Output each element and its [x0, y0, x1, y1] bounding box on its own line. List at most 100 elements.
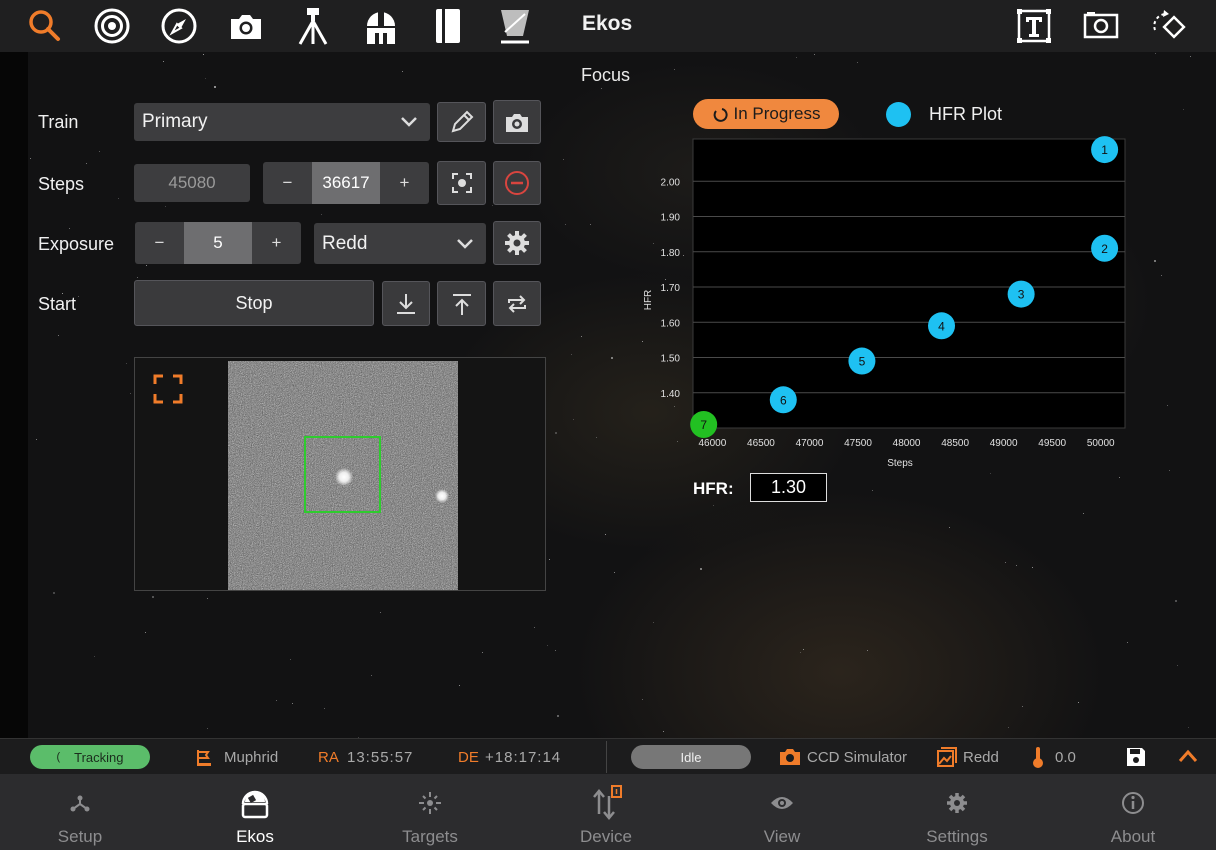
chevron-up-icon[interactable] [1177, 748, 1199, 764]
status-text: In Progress [733, 104, 821, 123]
exposure-increment-button[interactable]: + [252, 222, 301, 264]
move-in-button[interactable] [382, 281, 430, 326]
camera-icon[interactable] [224, 4, 268, 48]
nav-label: Targets [402, 827, 458, 846]
ra-label: RA [318, 749, 339, 766]
nav-settings[interactable]: Settings [882, 774, 1032, 850]
target-steps-input[interactable]: 36617 [312, 162, 380, 204]
tripod-icon[interactable] [291, 4, 335, 48]
x-tick-label: 47500 [844, 438, 872, 449]
tracking-pill[interactable]: ( Tracking [30, 745, 150, 769]
y-tick-label: 1.40 [661, 389, 681, 400]
steps-increment-button[interactable]: + [380, 162, 429, 204]
nav-targets[interactable]: Targets [355, 774, 505, 850]
nav-ekos[interactable]: Ekos [180, 774, 330, 850]
setup-icon [70, 795, 90, 812]
hfr-value: 1.30 [750, 473, 827, 502]
data-point-label: 3 [1018, 288, 1025, 302]
de-label: DE [458, 749, 479, 766]
y-tick-label: 1.90 [661, 213, 681, 224]
tracking-box[interactable] [304, 436, 381, 513]
current-steps-display: 45080 [134, 164, 250, 202]
bottom-navigation: Setup Ekos Targets Device View Settings … [0, 774, 1216, 850]
compass-icon[interactable] [157, 4, 201, 48]
thermometer-icon [1033, 747, 1043, 768]
loop-button[interactable] [493, 281, 541, 326]
data-point-label: 4 [938, 319, 945, 333]
x-tick-label: 49500 [1038, 438, 1066, 449]
exposure-decrement-button[interactable]: − [135, 222, 184, 264]
nav-about[interactable]: About [1058, 774, 1208, 850]
train-value: Primary [142, 111, 208, 132]
goto-steps-button[interactable] [437, 161, 486, 205]
data-point-label: 5 [859, 355, 866, 369]
focus-frame-icon [451, 173, 472, 193]
x-tick-label: 46500 [747, 438, 775, 449]
exposure-stepper[interactable]: − 5 + [135, 222, 301, 264]
data-point-label: 2 [1101, 242, 1108, 256]
tracking-status: Tracking [74, 749, 124, 765]
filter-select[interactable]: Redd [314, 223, 486, 264]
ekos-icon [241, 790, 269, 819]
move-out-button[interactable] [437, 281, 486, 326]
y-tick-label: 2.00 [661, 177, 681, 188]
steps-label: Steps [38, 174, 85, 194]
edit-train-button[interactable] [437, 102, 486, 142]
fit-text-icon[interactable] [1012, 4, 1056, 48]
fullscreen-icon[interactable] [153, 374, 183, 404]
preview-frame-icon[interactable] [1079, 4, 1123, 48]
eye-icon [771, 797, 793, 809]
save-icon[interactable] [1126, 747, 1146, 767]
gear-icon [505, 231, 529, 255]
filter-value: Redd [322, 232, 368, 254]
gear-icon [947, 793, 967, 813]
temperature-value: 0.0 [1055, 749, 1076, 766]
stop-circle-icon [505, 171, 529, 195]
chevron-down-icon [457, 238, 473, 249]
target-icon[interactable] [90, 4, 134, 48]
rotate-icon[interactable] [1147, 4, 1191, 48]
x-tick-label: 50000 [1087, 438, 1115, 449]
data-point-label: 7 [700, 418, 707, 432]
nav-label: Settings [926, 827, 988, 846]
search-icon[interactable] [22, 4, 66, 48]
x-tick-label: 46000 [699, 438, 727, 449]
flat-panel-icon[interactable] [493, 4, 537, 48]
stop-button[interactable]: Stop [134, 280, 374, 326]
legend-label: HFR Plot [929, 104, 1003, 124]
y-axis-label: HFR [643, 290, 654, 311]
data-point-label: 1 [1101, 143, 1108, 157]
info-icon [1122, 792, 1144, 814]
nav-view[interactable]: View [707, 774, 857, 850]
exposure-label: Exposure [38, 234, 115, 254]
x-tick-label: 47000 [796, 438, 824, 449]
focus-settings-button[interactable] [493, 221, 541, 265]
notebook-icon[interactable] [426, 4, 470, 48]
steps-decrement-button[interactable]: − [263, 162, 312, 204]
y-tick-label: 1.50 [661, 354, 681, 365]
de-value: +18:17:14 [485, 749, 562, 766]
app-title: Ekos [582, 12, 633, 35]
nav-setup[interactable]: Setup [5, 774, 155, 850]
stop-goto-button[interactable] [493, 161, 541, 205]
target-name: Muphrid [224, 749, 279, 766]
train-select[interactable]: Primary [134, 103, 430, 141]
focus-image-preview[interactable] [134, 357, 546, 591]
nav-label: Ekos [236, 827, 274, 846]
pencil-icon [451, 110, 473, 133]
x-axis-label: Steps [887, 458, 913, 469]
camera-rotate-icon [506, 114, 528, 132]
start-label: Start [38, 294, 77, 314]
observatory-icon[interactable] [359, 4, 403, 48]
target-steps-stepper[interactable]: − 36617 + [263, 162, 429, 204]
capture-frame-button[interactable] [493, 100, 541, 144]
hfr-chart[interactable]: 1.40 1.50 1.60 1.70 1.80 1.90 2.00 46000 46500 4… [630, 130, 1140, 475]
plot-area [692, 138, 1126, 429]
x-tick-label: 48000 [893, 438, 921, 449]
x-tick-label: 48500 [941, 438, 969, 449]
tracking-spinner-icon: ( [56, 751, 61, 763]
nav-label: View [763, 827, 801, 846]
status-bar: ( Tracking Muphrid RA 13:55:57 DE +18:17… [0, 738, 1216, 774]
exposure-input[interactable]: 5 [184, 222, 252, 264]
nav-device[interactable]: Device [531, 774, 681, 850]
